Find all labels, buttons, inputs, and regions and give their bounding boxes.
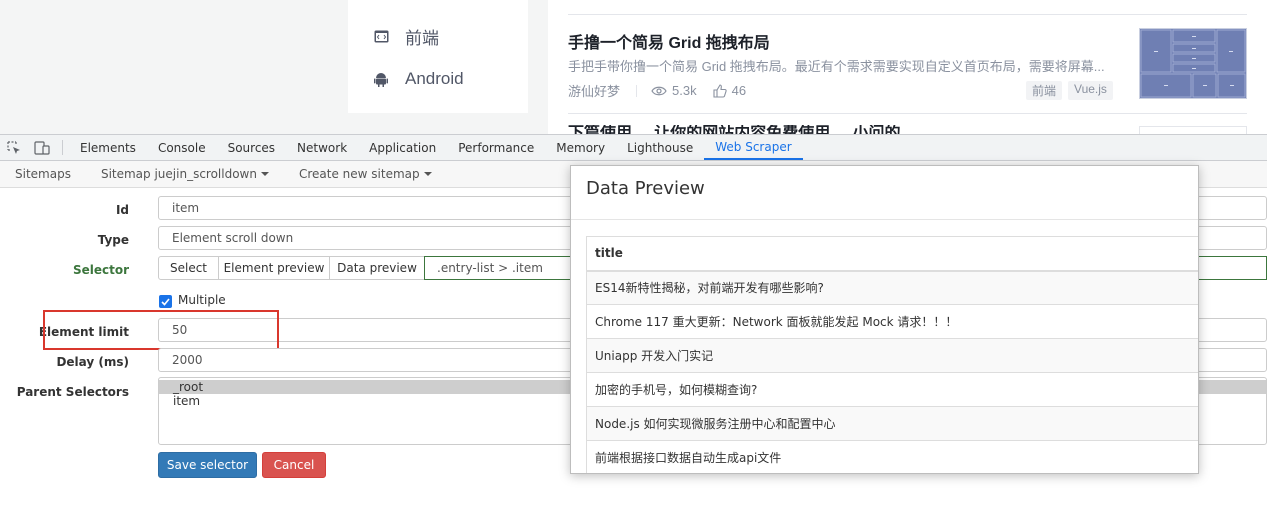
- tab-performance[interactable]: Performance: [447, 135, 545, 160]
- tab-web-scraper[interactable]: Web Scraper: [704, 135, 803, 160]
- views-value: 5.3k: [672, 83, 697, 98]
- inspect-element-icon[interactable]: [0, 135, 28, 160]
- divider: [636, 84, 638, 97]
- caret-down-icon: [260, 172, 269, 176]
- android-icon: [373, 71, 389, 87]
- element-preview-button[interactable]: Element preview: [218, 256, 330, 280]
- tab-network[interactable]: Network: [286, 135, 358, 160]
- article-abstract[interactable]: 手把手带你撸一个简易 Grid 拖拽布局。最近有个需求需要实现自定义首页布局，需…: [568, 56, 1108, 75]
- eye-icon: [651, 86, 667, 95]
- divider: [62, 140, 63, 155]
- annotation-highlight-box: [43, 310, 279, 350]
- article-title[interactable]: 手撸一个简易 Grid 拖拽布局: [568, 29, 770, 53]
- selector-label: Selector: [72, 263, 129, 277]
- next-article-title[interactable]: 下篇使用 ... 让你的网站内容免费使用 ... 小问的...: [568, 125, 988, 134]
- multiple-checkbox[interactable]: [159, 295, 172, 308]
- sidebar-item-label: 前端: [405, 29, 439, 48]
- nav-sitemap-dropdown[interactable]: Sitemap juejin_scrolldown: [86, 167, 284, 181]
- table-row: Uniapp 开发入门实记: [586, 338, 1198, 373]
- tab-memory[interactable]: Memory: [545, 135, 616, 160]
- preview-table: title ES14新特性揭秘，对前端开发有哪些影响? Chrome 117 重…: [586, 236, 1198, 473]
- article-meta: 游仙好梦 5.3k 46: [568, 81, 762, 100]
- select-button[interactable]: Select: [158, 256, 219, 280]
- devtools-tabbar: Elements Console Sources Network Applica…: [0, 134, 1267, 161]
- table-row: 前端根据接口数据自动生成api文件: [586, 440, 1198, 473]
- delay-label: Delay (ms): [56, 355, 129, 369]
- data-preview-button[interactable]: Data preview: [329, 256, 425, 280]
- tab-lighthouse[interactable]: Lighthouse: [616, 135, 704, 160]
- article-tags: 前端 Vue.js: [1026, 81, 1113, 100]
- column-header-title: title: [586, 236, 1198, 272]
- multiple-label: Multiple: [178, 293, 226, 307]
- tab-application[interactable]: Application: [358, 135, 447, 160]
- checkmark-icon: [161, 297, 170, 306]
- tab-elements[interactable]: Elements: [69, 135, 147, 160]
- likes-value: 46: [731, 83, 747, 98]
- type-label: Type: [97, 233, 129, 247]
- cancel-button[interactable]: Cancel: [262, 452, 326, 478]
- table-row: 加密的手机号，如何模糊查询?: [586, 372, 1198, 407]
- tag[interactable]: Vue.js: [1068, 81, 1113, 100]
- device-toolbar-icon[interactable]: [28, 135, 56, 160]
- save-selector-button[interactable]: Save selector: [158, 452, 257, 478]
- nav-sitemap-label: Sitemap juejin_scrolldown: [100, 167, 257, 181]
- next-article-thumbnail[interactable]: [1139, 126, 1247, 134]
- category-sidebar: 前端 Android: [348, 0, 528, 113]
- sidebar-item-android[interactable]: Android: [373, 69, 464, 89]
- tag[interactable]: 前端: [1026, 81, 1063, 100]
- nav-sitemaps[interactable]: Sitemaps: [0, 167, 86, 181]
- views-count: 5.3k: [651, 83, 697, 98]
- tab-sources[interactable]: Sources: [217, 135, 286, 160]
- nav-create-sitemap[interactable]: Create new sitemap: [284, 167, 447, 181]
- id-label: Id: [115, 203, 129, 217]
- webpage-background: 前端 Android 手撸一个简易 Grid 拖拽布局 手把手带你撸一个简易 G…: [0, 0, 1267, 134]
- parent-selectors-label: Parent Selectors: [16, 385, 129, 399]
- nav-create-label: Create new sitemap: [298, 167, 420, 181]
- thumbs-up-icon: [713, 83, 727, 98]
- divider: [568, 14, 1247, 15]
- table-row: Chrome 117 重大更新：Network 面板就能发起 Mock 请求！！…: [586, 304, 1198, 339]
- table-row: ES14新特性揭秘，对前端开发有哪些影响?: [586, 270, 1198, 305]
- sidebar-item-label: Android: [405, 69, 464, 88]
- author-name[interactable]: 游仙好梦: [568, 81, 620, 100]
- table-row: Node.js 如何实现微服务注册中心和配置中心: [586, 406, 1198, 441]
- tab-console[interactable]: Console: [147, 135, 217, 160]
- article-thumbnail[interactable]: [1139, 28, 1247, 99]
- data-preview-modal: Data Preview title ES14新特性揭秘，对前端开发有哪些影响?…: [570, 165, 1199, 474]
- caret-down-icon: [423, 172, 432, 176]
- sidebar-item-frontend[interactable]: 前端: [373, 24, 439, 49]
- divider: [568, 113, 1247, 114]
- grid-layout-image: [1140, 29, 1246, 98]
- article-list: 手撸一个简易 Grid 拖拽布局 手把手带你撸一个简易 Grid 拖拽布局。最近…: [548, 0, 1267, 134]
- likes-count[interactable]: 46: [713, 83, 746, 98]
- modal-title: Data Preview: [571, 166, 1198, 220]
- code-icon: [373, 29, 389, 45]
